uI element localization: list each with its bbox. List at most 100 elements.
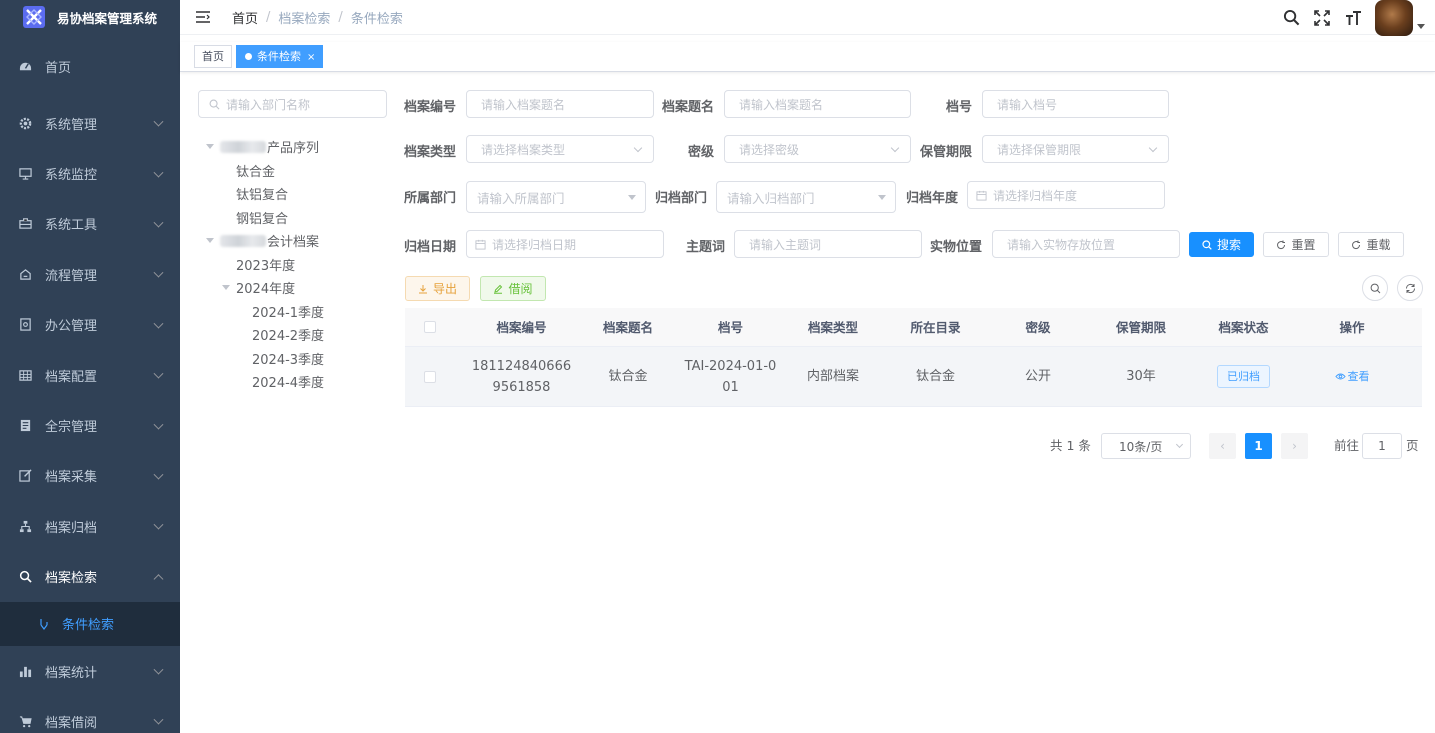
breadcrumb-separator: / — [338, 9, 343, 25]
search-button[interactable]: 搜索 — [1189, 232, 1254, 257]
app-logo[interactable]: 易协档案管理系统 — [0, 0, 180, 34]
archive-no-input[interactable]: 请输入档案题名 — [466, 90, 654, 118]
caret-down-icon[interactable] — [206, 144, 214, 150]
sidebar-item-retrieval[interactable]: 档案检索 — [0, 552, 180, 602]
keyword-label: 主题词 — [686, 240, 726, 255]
fullscreen-icon[interactable] — [1313, 9, 1331, 27]
tree-node[interactable]: 产品序列 — [198, 135, 388, 159]
close-icon[interactable]: × — [307, 52, 315, 63]
archive-title-input[interactable]: 请输入档案题名 — [724, 90, 911, 118]
sidebar-item-label: 系统管理 — [45, 117, 98, 133]
header-cell: 档号 — [717, 319, 743, 335]
tree-node[interactable]: 2024-2季度 — [198, 323, 388, 347]
tag-condition-search[interactable]: 条件检索 × — [236, 45, 324, 68]
refresh-icon — [1352, 240, 1361, 249]
page-size-select[interactable]: 10条/页 — [1101, 433, 1191, 459]
tree-node[interactable]: 2024年度 — [198, 276, 388, 300]
sidebar-item-flow[interactable]: 流程管理 — [0, 249, 180, 299]
page-number[interactable]: 1 — [1245, 433, 1272, 459]
tree-node[interactable]: 2024-3季度 — [198, 347, 388, 371]
refresh-table-button[interactable] — [1397, 275, 1423, 301]
redacted-text — [220, 140, 266, 153]
retention-select[interactable]: 请选择保管期限 — [982, 135, 1169, 163]
file-no-label: 档号 — [946, 100, 973, 115]
archive-table: 档案编号 档案题名 档号 档案类型 所在目录 密级 保管期限 档案状态 操作 1… — [405, 308, 1422, 407]
dept-search-placeholder: 请输入部门名称 — [226, 97, 311, 112]
sidebar-item-label: 首页 — [45, 60, 72, 76]
reset-button[interactable]: 重置 — [1263, 232, 1329, 257]
chevron-down-icon — [890, 143, 900, 153]
header-cell: 档案题名 — [602, 319, 653, 335]
tree-node[interactable]: 钢铝复合 — [198, 206, 388, 230]
tree-node[interactable]: 2024-1季度 — [198, 300, 388, 324]
search-button-label: 搜索 — [1216, 238, 1241, 252]
archive-dept-label: 归档部门 — [655, 191, 708, 206]
status-badge: 已归档 — [1217, 365, 1270, 388]
dept-search-input[interactable]: 请输入部门名称 — [198, 90, 387, 118]
sidebar-item-office[interactable]: 办公管理 — [0, 300, 180, 350]
row-checkbox[interactable] — [423, 370, 436, 383]
pagination-total: 共 1 条 — [1050, 438, 1091, 453]
goto-page-input[interactable]: 1 — [1362, 433, 1402, 459]
header-cell: 所在目录 — [910, 319, 961, 335]
sidebar-item-archive-config[interactable]: 档案配置 — [0, 350, 180, 400]
export-button[interactable]: 导出 — [405, 276, 470, 301]
archive-dept-select[interactable]: 请输入归档部门 — [716, 181, 896, 213]
tree-node[interactable]: 钛铝复合 — [198, 182, 388, 206]
sidebar-item-system[interactable]: 系统管理 — [0, 98, 180, 148]
tree-node[interactable]: 钛合金 — [198, 159, 388, 183]
prev-page-button[interactable]: ‹ — [1209, 433, 1236, 459]
page-unit-label: 页 — [1406, 438, 1419, 453]
tree-node[interactable]: 会计档案 — [198, 229, 388, 253]
tree-node[interactable]: 2024-4季度 — [198, 370, 388, 394]
sidebar-item-borrow[interactable]: 档案借阅 — [0, 696, 180, 733]
sidebar-item-archive-file[interactable]: 档案归档 — [0, 501, 180, 551]
borrow-button[interactable]: 借阅 — [480, 276, 546, 301]
next-page-button[interactable]: › — [1281, 433, 1308, 459]
sidebar-item-monitor[interactable]: 系统监控 — [0, 148, 180, 198]
owner-dept-select[interactable]: 请输入所属部门 — [466, 181, 646, 213]
sidebar-item-tools[interactable]: 系统工具 — [0, 199, 180, 249]
archive-title-label: 档案题名 — [662, 100, 715, 115]
breadcrumb-home[interactable]: 首页 — [232, 8, 258, 27]
view-button[interactable]: 查看 — [1334, 366, 1370, 387]
archive-year-picker[interactable]: 请选择归档年度 — [967, 181, 1165, 209]
location-input[interactable]: 请输入实物存放位置 — [992, 230, 1180, 258]
toggle-search-button[interactable] — [1362, 275, 1388, 301]
avatar[interactable] — [1375, 0, 1413, 36]
archive-date-picker[interactable]: 请选择归档日期 — [466, 230, 664, 258]
row-cell: 内部档案 — [806, 369, 859, 384]
archive-type-select[interactable]: 请选择档案类型 — [466, 135, 654, 163]
sidebar-subitem-condition-search[interactable]: 条件检索 — [0, 601, 180, 646]
keyword-input[interactable]: 请输入主题词 — [734, 230, 922, 258]
dashboard-icon — [18, 59, 32, 73]
row-cell: 钛合金 — [608, 369, 648, 384]
row-cell: 查看 — [1282, 366, 1422, 387]
chevron-down-icon — [153, 519, 164, 530]
select-all-checkbox[interactable] — [423, 321, 436, 333]
hamburger-icon[interactable] — [196, 11, 210, 23]
tag-home[interactable]: 首页 — [194, 45, 232, 68]
sidebar-item-label: 全宗管理 — [45, 420, 98, 436]
redacted-text — [220, 234, 266, 247]
secret-select[interactable]: 请选择密级 — [724, 135, 911, 163]
row-cell: 30年 — [1126, 369, 1156, 384]
sidebar-item-label: 流程管理 — [45, 268, 98, 284]
sidebar-item-collect[interactable]: 档案采集 — [0, 451, 180, 501]
file-no-input[interactable]: 请输入档号 — [982, 90, 1169, 118]
font-size-icon[interactable] — [1344, 9, 1362, 27]
office-icon — [18, 318, 32, 332]
search-icon[interactable] — [1282, 9, 1300, 27]
caret-down-icon[interactable] — [1417, 24, 1425, 29]
caret-down-icon[interactable] — [222, 285, 230, 291]
tree-node[interactable]: 2023年度 — [198, 253, 388, 277]
sidebar-item-fonds[interactable]: 全宗管理 — [0, 400, 180, 450]
row-cell: 已归档 — [1205, 365, 1282, 388]
input-placeholder: 请输入档案题名 — [481, 97, 566, 112]
table-row[interactable]: 181124840666 9561858 钛合金 TAI-2024-01-0 01 … — [405, 347, 1422, 407]
reload-button[interactable]: 重载 — [1338, 232, 1404, 257]
caret-down-icon[interactable] — [206, 238, 214, 244]
edit-icon — [18, 469, 32, 483]
sidebar-item-stats[interactable]: 档案统计 — [0, 646, 180, 696]
sidebar-item-home[interactable]: 首页 — [0, 34, 180, 98]
